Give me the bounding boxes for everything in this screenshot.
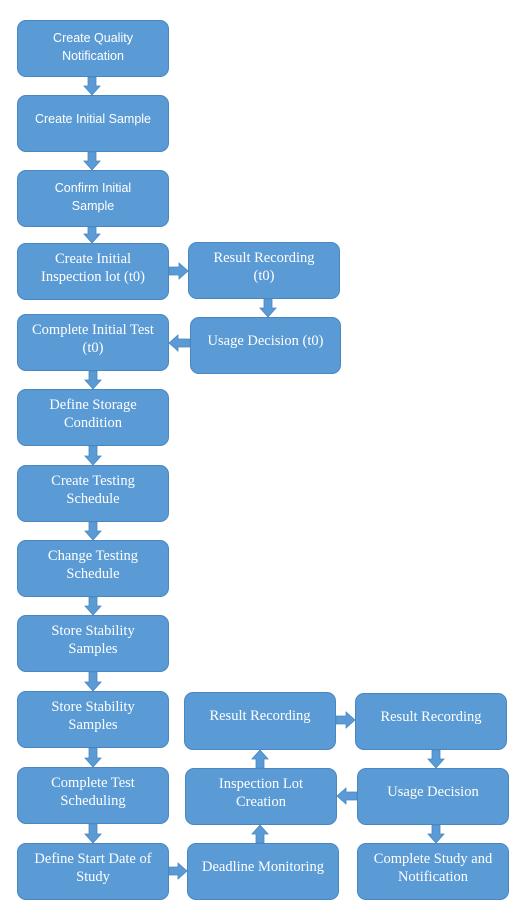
node-label-line: Scheduling (60, 793, 126, 809)
node-label-line: Inspection Lot (218, 776, 304, 792)
arrow-down-icon (84, 747, 102, 768)
node-create-quality-notification: Create Quality Notification (17, 20, 169, 77)
node-result-recording-1: Result Recording (184, 692, 336, 750)
node-result-recording-2: Result Recording (355, 693, 507, 750)
node-label-line: Store Stability (51, 623, 135, 639)
node-label-line: Schedule (66, 491, 120, 507)
node-label-line: Usage Decision (t0) (207, 333, 324, 349)
node-label-line: Create Initial Sample (34, 112, 152, 126)
node-label-line: Define Start Date of (34, 851, 152, 867)
node-define-start-date-of-study: Define Start Date of Study (17, 843, 169, 900)
arrow-down-icon (83, 76, 101, 96)
node-label-line: Deadline Monitoring (201, 859, 325, 875)
arrow-left-icon (336, 787, 358, 805)
node-label-line: Create Initial (54, 251, 132, 267)
arrow-down-icon (259, 298, 277, 318)
node-store-stability-samples-1: Store Stability Samples (17, 615, 169, 672)
node-define-storage-condition: Define Storage Condition (17, 389, 169, 446)
node-label-line: Confirm Initial (54, 181, 132, 195)
arrow-up-icon (251, 749, 269, 769)
arrow-down-icon (84, 370, 102, 390)
node-usage-decision: Usage Decision (357, 768, 509, 825)
node-label-line: Study (76, 869, 110, 885)
node-label-line: Complete Study and (373, 851, 493, 867)
node-result-recording-t0: Result Recording (t0) (188, 242, 340, 299)
arrow-down-icon (84, 596, 102, 616)
node-complete-test-scheduling: Complete Test Scheduling (17, 767, 169, 824)
node-confirm-initial-sample: Confirm Initial Sample (17, 170, 169, 227)
node-label-line: Inspection lot (t0) (41, 269, 145, 285)
node-complete-initial-test: Complete Initial Test (t0) (17, 314, 169, 371)
node-label-line: Notification (397, 869, 469, 885)
node-store-stability-samples-2: Store Stability Samples (17, 691, 169, 748)
arrow-up-icon (251, 824, 269, 844)
arrow-down-icon (83, 226, 101, 244)
node-complete-study-and-notification: Complete Study and Notification (357, 843, 509, 900)
node-change-testing-schedule: Change Testing Schedule (17, 540, 169, 597)
node-label-line: Sample (71, 199, 115, 213)
node-inspection-lot-creation: Inspection Lot Creation (185, 768, 337, 825)
node-usage-decision-t0: Usage Decision (t0) (190, 317, 341, 374)
node-label-line: Notification (62, 49, 124, 63)
node-label-line: Store Stability (51, 699, 135, 715)
node-label-line: Usage Decision (387, 784, 479, 800)
arrow-down-icon (84, 823, 102, 844)
node-label-line: Condition (63, 415, 122, 431)
node-create-testing-schedule: Create Testing Schedule (17, 465, 169, 522)
arrow-right-icon (168, 262, 189, 280)
node-label-line: Create Testing (51, 473, 135, 489)
arrow-right-icon (168, 862, 188, 880)
node-label-line: Change Testing (47, 548, 139, 564)
arrow-down-icon (84, 445, 102, 466)
arrow-down-icon (84, 521, 102, 541)
node-label-line: Schedule (66, 566, 120, 582)
flowchart-canvas: Create Quality Notification Create Initia… (0, 0, 530, 922)
node-create-initial-inspection-lot: Create Initial Inspection lot (t0) (17, 243, 169, 300)
node-label-line: Result Recording (380, 709, 482, 725)
node-label-line: (t0) (82, 340, 104, 356)
node-label-line: Result Recording (209, 708, 311, 724)
node-deadline-monitoring: Deadline Monitoring (187, 843, 339, 900)
node-label-line: (t0) (253, 268, 275, 284)
arrow-down-icon (427, 749, 445, 769)
arrow-down-icon (84, 671, 102, 692)
node-label-line: Create Quality (53, 31, 133, 45)
node-label-line: Define Storage (49, 397, 137, 413)
arrow-right-icon (335, 711, 356, 729)
arrow-down-icon (83, 151, 101, 171)
arrow-left-icon (168, 334, 191, 352)
node-label-line: Samples (68, 717, 118, 733)
node-label-line: Samples (68, 641, 118, 657)
node-label-line: Result Recording (213, 250, 315, 266)
node-create-initial-sample: Create Initial Sample (17, 95, 169, 152)
node-label-line: Complete Initial Test (32, 322, 154, 338)
node-label-line: Creation (236, 794, 286, 810)
arrow-down-icon (427, 824, 445, 844)
node-label-line: Complete Test (51, 775, 135, 791)
